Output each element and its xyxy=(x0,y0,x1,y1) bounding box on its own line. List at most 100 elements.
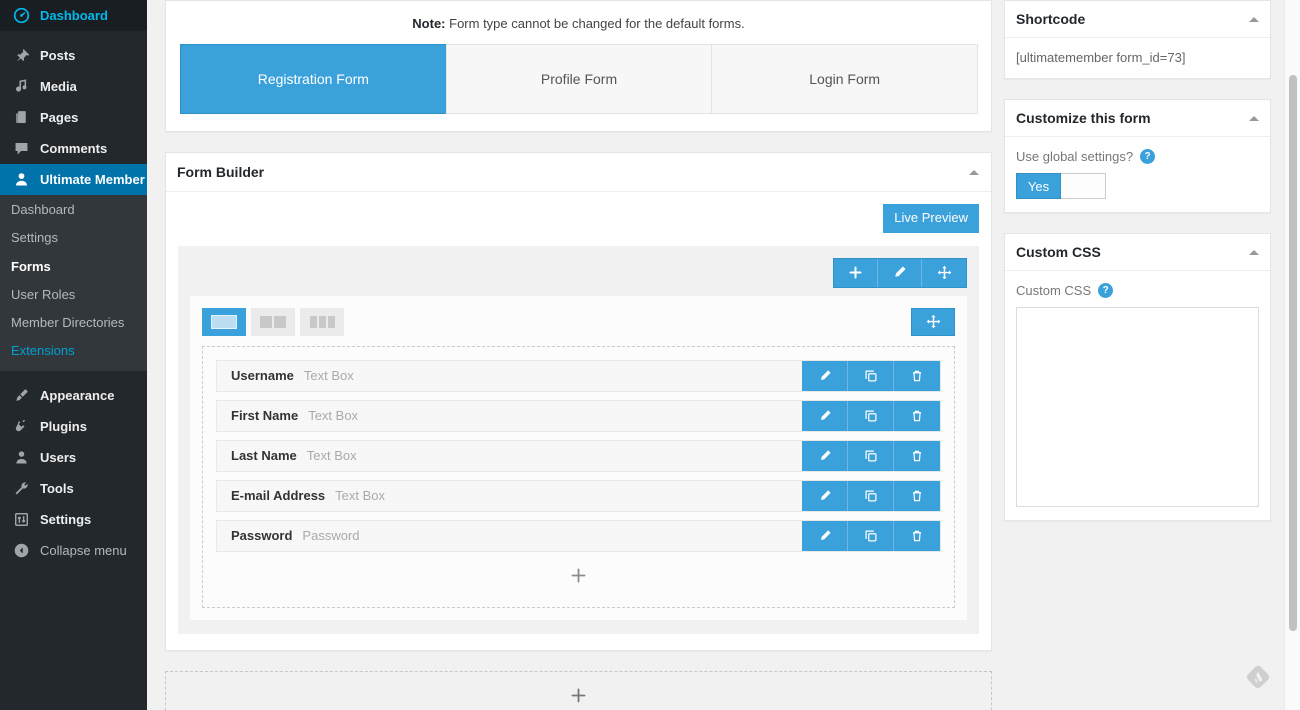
add-row-icon[interactable] xyxy=(834,258,878,287)
submenu-item-label: Member Directories xyxy=(11,315,125,330)
sidebar-item-label: Ultimate Member xyxy=(40,172,145,187)
edit-field-icon[interactable] xyxy=(802,400,848,431)
help-icon[interactable]: ? xyxy=(1098,283,1114,298)
custom-css-textarea[interactable] xyxy=(1016,307,1259,507)
sliders-icon xyxy=(11,509,31,529)
field-row[interactable]: Last Name Text Box xyxy=(216,439,941,472)
sidebar-divider xyxy=(0,31,147,40)
custom-css-panel-body: Custom CSS ? xyxy=(1005,271,1270,520)
sidebar-item-posts[interactable]: Posts xyxy=(0,40,147,71)
submenu-item-extensions[interactable]: Extensions xyxy=(0,337,147,365)
sidebar-item-media[interactable]: Media xyxy=(0,71,147,102)
delete-field-icon[interactable] xyxy=(894,480,940,511)
submenu-item-dashboard[interactable]: Dashboard xyxy=(0,196,147,224)
custom-css-panel-header[interactable]: Custom CSS xyxy=(1005,234,1270,271)
form-type-note: Note: Form type cannot be changed for th… xyxy=(166,1,991,44)
field-actions xyxy=(802,440,940,471)
tab-label: Profile Form xyxy=(540,71,618,87)
dashboard-icon xyxy=(11,6,31,26)
submenu-item-user-roles[interactable]: User Roles xyxy=(0,281,147,309)
chevron-up-icon[interactable] xyxy=(1249,249,1259,255)
edit-field-icon[interactable] xyxy=(802,480,848,511)
duplicate-field-icon[interactable] xyxy=(848,360,894,391)
toggle-yes-option[interactable]: Yes xyxy=(1016,173,1061,199)
content-area: Note: Form type cannot be changed for th… xyxy=(147,0,1300,710)
add-field-button[interactable] xyxy=(216,560,941,599)
customize-panel-header[interactable]: Customize this form xyxy=(1005,100,1270,137)
fields-dropzone[interactable]: Username Text Box First Name Text Box La… xyxy=(202,345,955,608)
chevron-up-icon[interactable] xyxy=(1249,16,1259,22)
field-type: Text Box xyxy=(306,448,357,464)
delete-field-icon[interactable] xyxy=(894,520,940,551)
sidebar-item-pages[interactable]: Pages xyxy=(0,102,147,133)
sidebar-item-label: Pages xyxy=(40,110,79,125)
duplicate-field-icon[interactable] xyxy=(848,440,894,471)
sidebar-item-plugins[interactable]: Plugins xyxy=(0,411,147,442)
global-settings-row: Use global settings? ? xyxy=(1016,149,1259,164)
live-preview-button[interactable]: Live Preview xyxy=(883,204,979,233)
sidebar-item-ultimate-member[interactable]: Ultimate Member xyxy=(0,164,147,195)
media-icon xyxy=(11,77,31,97)
two-column-layout[interactable] xyxy=(251,307,295,336)
sidebar-item-collapse-menu[interactable]: Collapse menu xyxy=(0,535,147,566)
field-row[interactable]: Username Text Box xyxy=(216,359,941,392)
help-icon[interactable]: ? xyxy=(1140,149,1156,164)
edit-field-icon[interactable] xyxy=(802,360,848,391)
field-row[interactable]: First Name Text Box xyxy=(216,399,941,432)
toggle-no-option[interactable] xyxy=(1061,173,1106,199)
delete-field-icon[interactable] xyxy=(894,440,940,471)
duplicate-field-icon[interactable] xyxy=(848,480,894,511)
feedly-badge-icon[interactable] xyxy=(1246,665,1270,689)
sidebar-item-label: Posts xyxy=(40,48,76,63)
tab-login-form[interactable]: Login Form xyxy=(711,44,979,114)
submenu-item-settings[interactable]: Settings xyxy=(0,224,147,252)
sidebar-item-users[interactable]: Users xyxy=(0,442,147,473)
submenu-item-member-directories[interactable]: Member Directories xyxy=(0,309,147,337)
scrollbar-thumb[interactable] xyxy=(1289,75,1297,631)
form-builder-header[interactable]: Form Builder xyxy=(166,153,991,192)
field-row[interactable]: Password Password xyxy=(216,519,941,552)
plug-icon xyxy=(11,416,31,436)
panel-title: Customize this form xyxy=(1016,110,1151,126)
edit-row-icon[interactable] xyxy=(878,258,922,287)
field-row[interactable]: E-mail Address Text Box xyxy=(216,479,941,512)
sidebar-item-dashboard[interactable]: Dashboard xyxy=(0,0,147,31)
shortcode-value[interactable]: [ultimatemember form_id=73] xyxy=(1016,50,1259,65)
sidebar-divider-2 xyxy=(0,371,147,380)
column-drag-handle[interactable] xyxy=(911,307,955,336)
sidebar-item-appearance[interactable]: Appearance xyxy=(0,380,147,411)
delete-field-icon[interactable] xyxy=(894,360,940,391)
panel-title: Shortcode xyxy=(1016,11,1086,27)
side-column: Shortcode [ultimatemember form_id=73] Cu… xyxy=(992,0,1282,710)
add-row-dropzone[interactable] xyxy=(165,670,992,710)
chevron-up-icon[interactable] xyxy=(969,169,979,175)
submenu-item-label: Extensions xyxy=(11,343,75,359)
submenu-item-label: Dashboard xyxy=(11,202,75,217)
submenu-item-label: Settings xyxy=(11,230,58,246)
tab-profile-form[interactable]: Profile Form xyxy=(445,44,713,114)
submenu-item-forms[interactable]: Forms xyxy=(0,253,147,281)
one-column-layout[interactable] xyxy=(202,307,246,336)
sidebar-item-label: Plugins xyxy=(40,418,87,434)
note-text: Form type cannot be changed for the defa… xyxy=(445,16,745,31)
chevron-up-icon[interactable] xyxy=(1249,115,1259,121)
duplicate-field-icon[interactable] xyxy=(848,520,894,551)
admin-sidebar: Dashboard Posts Media Pages Comments Ult… xyxy=(0,0,147,710)
sidebar-item-tools[interactable]: Tools xyxy=(0,473,147,504)
edit-field-icon[interactable] xyxy=(802,440,848,471)
tab-registration-form[interactable]: Registration Form xyxy=(180,44,447,114)
move-row-icon[interactable] xyxy=(922,258,966,287)
duplicate-field-icon[interactable] xyxy=(848,400,894,431)
shortcode-panel: Shortcode [ultimatemember form_id=73] xyxy=(1004,0,1271,79)
global-settings-label: Use global settings? xyxy=(1016,149,1134,164)
row-tool-group xyxy=(833,257,967,288)
edit-field-icon[interactable] xyxy=(802,520,848,551)
users-icon xyxy=(11,447,31,467)
vertical-scrollbar[interactable] xyxy=(1284,0,1300,710)
delete-field-icon[interactable] xyxy=(894,400,940,431)
sidebar-item-comments[interactable]: Comments xyxy=(0,133,147,164)
shortcode-panel-header[interactable]: Shortcode xyxy=(1005,1,1270,38)
global-settings-toggle[interactable]: Yes xyxy=(1016,173,1106,199)
sidebar-item-settings[interactable]: Settings xyxy=(0,504,147,535)
three-column-layout[interactable] xyxy=(300,307,344,336)
